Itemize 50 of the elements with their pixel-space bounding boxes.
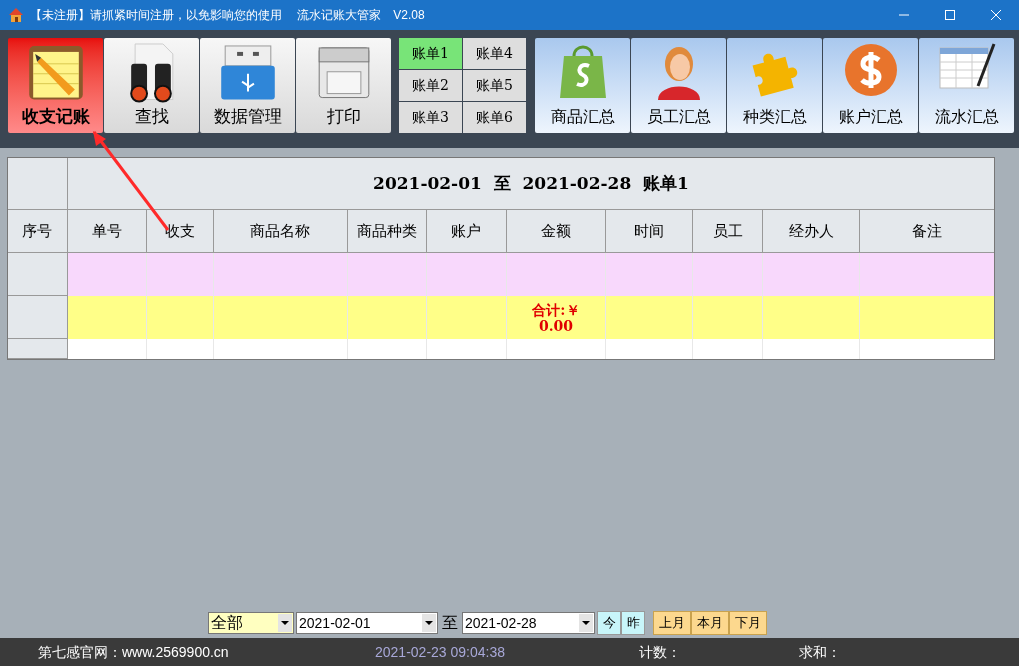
column-header: 经办人	[763, 210, 861, 252]
end-date-select[interactable]: 2021-02-28	[462, 612, 595, 634]
category-select[interactable]: 全部	[208, 612, 294, 634]
toolbar-button[interactable]: 打印	[296, 38, 391, 133]
house-icon	[8, 7, 24, 23]
sum-label: 求和：	[799, 642, 841, 662]
table-cell	[146, 253, 214, 296]
toolbar-button[interactable]: 数据管理	[200, 38, 295, 133]
ledger-tab[interactable]: 账单3	[399, 102, 462, 133]
column-header: 员工	[693, 210, 764, 252]
ledger-tab[interactable]: 账单2	[399, 70, 462, 101]
table-title: 2021-02-01 至 2021-02-28 账单1	[373, 171, 689, 195]
table-cell	[146, 296, 214, 339]
start-date-select[interactable]: 2021-02-01	[296, 612, 438, 634]
toolbar-button[interactable]: 查找	[104, 38, 199, 133]
column-header: 收支	[146, 210, 214, 252]
column-header: 序号	[8, 210, 68, 252]
window-title: 【未注册】请抓紧时间注册，以免影响您的使用 流水记账大管家 V2.08	[30, 7, 425, 24]
column-header: 账户	[426, 210, 507, 252]
count-label: 计数：	[639, 642, 682, 662]
day-button[interactable]: 昨	[621, 611, 645, 635]
day-button[interactable]: 今	[597, 611, 621, 635]
month-button[interactable]: 上月	[653, 611, 691, 635]
ledger-tab[interactable]: 账单4	[463, 38, 526, 69]
column-header: 商品名称	[213, 210, 348, 252]
toolbar-button[interactable]: 收支记账	[8, 38, 103, 133]
column-header: 商品种类	[347, 210, 427, 252]
summary-button[interactable]: 账户汇总	[823, 38, 918, 133]
column-header: 金额	[506, 210, 607, 252]
summary-button[interactable]: 商品汇总	[535, 38, 630, 133]
column-header: 单号	[67, 210, 147, 252]
month-button[interactable]: 本月	[691, 611, 729, 635]
dollar-coin-icon	[842, 42, 899, 98]
summary-button[interactable]: 员工汇总	[631, 38, 726, 133]
table-cell	[693, 253, 764, 296]
ledger-tab[interactable]: 账单5	[463, 70, 526, 101]
maximize-icon	[945, 10, 955, 20]
ledger-tab[interactable]: 账单6	[463, 102, 526, 133]
summary-button[interactable]: 流水汇总	[919, 38, 1014, 133]
close-icon	[991, 10, 1001, 20]
table-cell	[693, 296, 764, 339]
ledger-tab[interactable]: 账单1	[399, 38, 462, 69]
website-text: 第七感官网：www.2569900.cn	[38, 642, 230, 662]
column-header: 备注	[911, 220, 944, 241]
range-separator: 至	[441, 613, 459, 633]
datetime-text: 2021-02-23 09:04:38	[375, 642, 506, 662]
column-header: 时间	[606, 210, 694, 252]
month-button[interactable]: 下月	[729, 611, 767, 635]
table-cell: 合计:￥ 0.00	[506, 296, 607, 339]
summary-button[interactable]: 种类汇总	[727, 38, 822, 133]
